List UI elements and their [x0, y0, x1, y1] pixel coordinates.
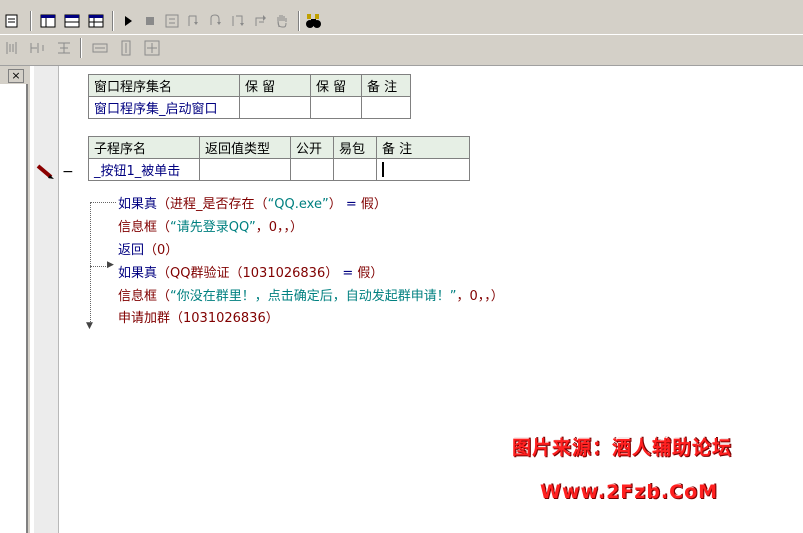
menu-bar: [0, 0, 803, 8]
pencil-icon: [36, 164, 56, 184]
table-header-cell: 备 注: [376, 136, 470, 159]
table-cell[interactable]: [376, 158, 470, 181]
align-left-icon[interactable]: [2, 38, 22, 58]
subroutine-table: 子程序名 返回值类型 公开 易包 备 注 _按钮1_被单击: [88, 136, 470, 181]
grid-view-icon[interactable]: [86, 11, 106, 31]
text-cursor: [382, 162, 384, 177]
code-editor[interactable]: 窗口程序集名 保 留 保 留 备 注 窗口程序集_启动窗口 子程序名 返回值类型…: [34, 66, 803, 533]
step-into-icon[interactable]: [184, 11, 204, 31]
document-icon[interactable]: [2, 11, 22, 31]
stop-icon[interactable]: [140, 11, 160, 31]
hand-icon[interactable]: [272, 11, 292, 31]
table-header-cell: 保 留: [310, 74, 362, 97]
toolbar-main: [0, 8, 803, 34]
left-panel: ×: [0, 66, 30, 533]
table-cell[interactable]: [361, 96, 411, 119]
toolbar-separator: [112, 11, 114, 31]
arrow-right-icon: ▶: [107, 260, 114, 270]
table-header-cell: 易包: [333, 136, 377, 159]
table-header-cell: 返回值类型: [199, 136, 291, 159]
table-header-row: 子程序名 返回值类型 公开 易包 备 注: [88, 136, 470, 159]
toolbar-layout: [0, 35, 803, 66]
watermark-url: Www.2Fzb.CoM: [540, 481, 719, 503]
close-icon[interactable]: ×: [8, 69, 24, 83]
step-over-icon[interactable]: [206, 11, 226, 31]
subroutine-name[interactable]: _按钮1_被单击: [88, 158, 200, 181]
table-cell[interactable]: [239, 96, 311, 119]
toolbar-separator: [298, 11, 300, 31]
editor-gutter: [34, 66, 59, 533]
code-line[interactable]: 申请加群（1031026836）: [118, 307, 279, 326]
toolbar-separator: [80, 38, 82, 58]
table-header-cell: 公开: [290, 136, 334, 159]
step-out-icon[interactable]: [228, 11, 248, 31]
code-line[interactable]: 信息框（“请先登录QQ”，0，，）: [118, 216, 303, 235]
table-header-row: 窗口程序集名 保 留 保 留 备 注: [88, 74, 411, 97]
table-header-cell: 保 留: [239, 74, 311, 97]
same-width-icon[interactable]: [90, 38, 110, 58]
table-cell[interactable]: [310, 96, 362, 119]
flow-line: [90, 202, 116, 203]
window-layout-icon[interactable]: [38, 11, 58, 31]
table-row[interactable]: 窗口程序集_启动窗口: [88, 96, 411, 119]
split-view-icon[interactable]: [62, 11, 82, 31]
window-assembly-table: 窗口程序集名 保 留 保 留 备 注 窗口程序集_启动窗口: [88, 74, 411, 119]
binoculars-icon[interactable]: [304, 11, 324, 31]
table-header-cell: 子程序名: [88, 136, 200, 159]
toolbar-separator: [30, 11, 32, 31]
same-height-icon[interactable]: [116, 38, 136, 58]
table-cell[interactable]: [290, 158, 334, 181]
table-header-cell: 备 注: [361, 74, 411, 97]
table-row[interactable]: _按钮1_被单击: [88, 158, 470, 181]
same-size-icon[interactable]: [142, 38, 162, 58]
watermark-source: 图片来源：酒人辅助论坛: [512, 437, 733, 459]
code-line[interactable]: 信息框（“你没在群里！，点击确定后，自动发起群申请！”，0，，）: [118, 285, 504, 304]
arrow-down-icon: ▼: [86, 321, 93, 331]
table-cell[interactable]: [199, 158, 291, 181]
left-panel-content[interactable]: [0, 84, 28, 533]
code-line[interactable]: 如果真（QQ群验证（1031026836） = 假）: [118, 262, 383, 281]
run-icon[interactable]: [118, 11, 138, 31]
window-assembly-name[interactable]: 窗口程序集_启动窗口: [88, 96, 240, 119]
table-header-cell: 窗口程序集名: [88, 74, 240, 97]
flow-line: [90, 266, 108, 267]
run-to-cursor-icon[interactable]: [250, 11, 270, 31]
align-center-icon[interactable]: [28, 38, 48, 58]
code-line[interactable]: 返回（0）: [118, 239, 178, 258]
flow-line: [90, 202, 91, 266]
step-icon[interactable]: [162, 11, 182, 31]
flow-line: [90, 266, 91, 324]
collapse-icon[interactable]: −: [62, 164, 74, 180]
code-line[interactable]: 如果真（进程_是否存在（“QQ.exe”） = 假）: [118, 193, 387, 212]
table-cell[interactable]: [333, 158, 377, 181]
align-top-icon[interactable]: [54, 38, 74, 58]
